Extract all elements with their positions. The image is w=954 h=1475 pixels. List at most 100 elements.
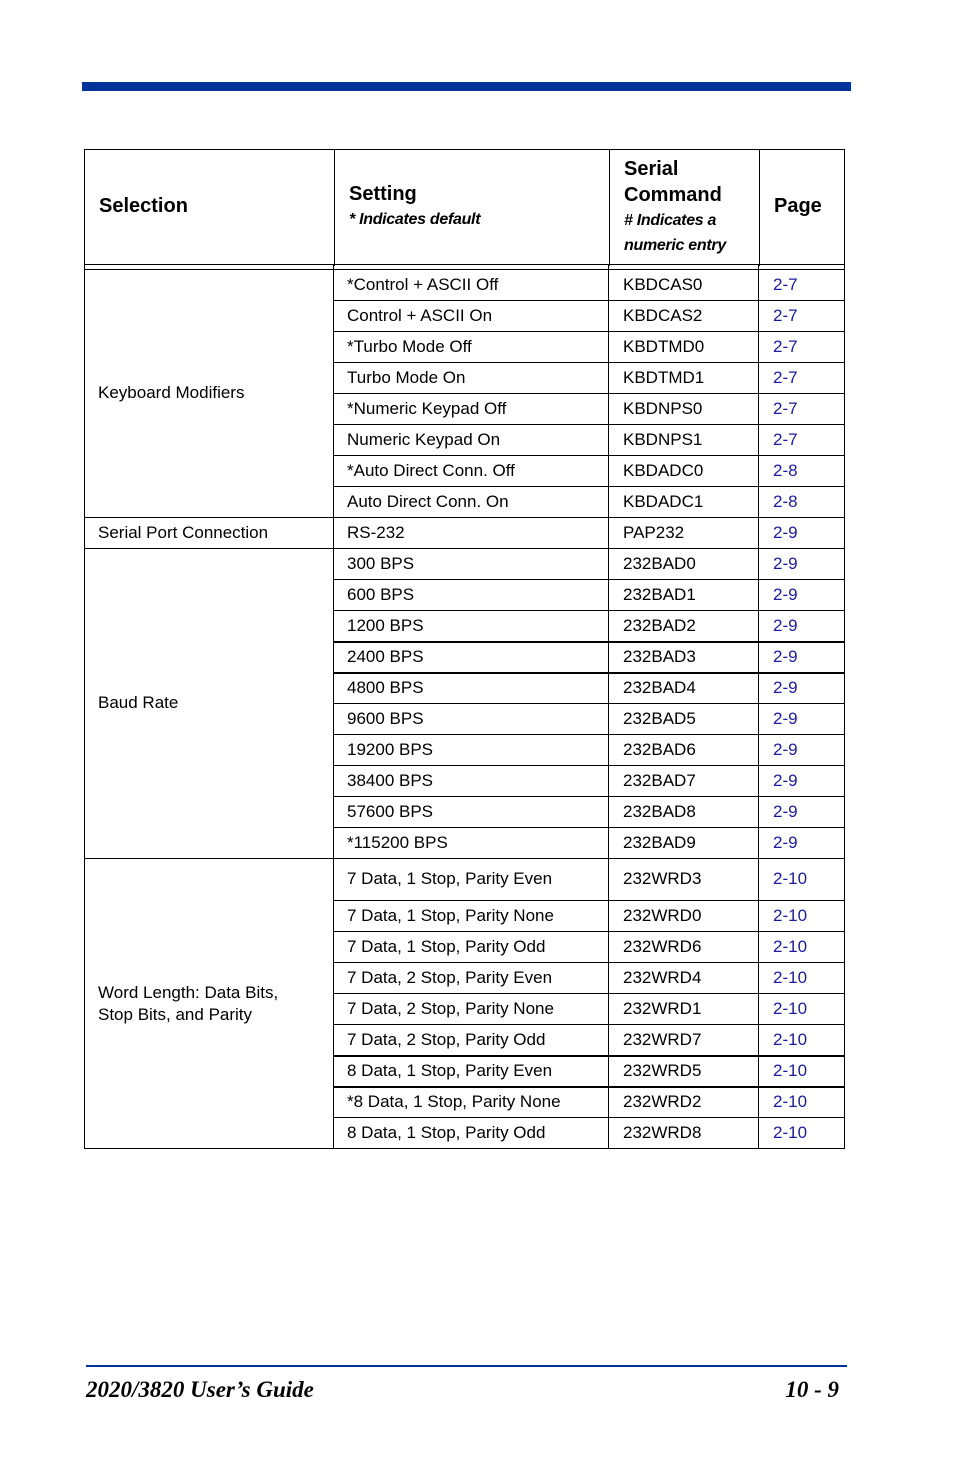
page-link[interactable]: 2-9 (773, 740, 798, 760)
selection-cell: Keyboard Modifiers (98, 383, 245, 402)
table-row: 7 Data, 1 Stop, Parity Odd 232WRD6 2-10 (84, 932, 845, 963)
footer-rule (86, 1365, 847, 1367)
page-link[interactable]: 2-10 (773, 1061, 807, 1081)
column-divider (759, 150, 760, 266)
page-link[interactable]: 2-7 (773, 399, 798, 419)
selection-cell: Baud Rate (98, 693, 179, 712)
command-cell: 232WRD4 (623, 968, 702, 987)
setting-cell: 8 Data, 1 Stop, Parity Even (347, 1061, 553, 1080)
setting-cell: 57600 BPS (347, 802, 434, 821)
command-cell: 232BAD6 (623, 740, 696, 759)
command-cell: 232BAD9 (623, 833, 696, 852)
header-divider (84, 264, 845, 265)
command-cell: KBDNPS1 (623, 430, 703, 449)
selection-line: Stop Bits, and Parity (98, 1005, 253, 1024)
setting-cell: 19200 BPS (347, 740, 434, 759)
command-cell: 232BAD0 (623, 554, 696, 573)
page-link[interactable]: 2-10 (773, 937, 807, 957)
page-link[interactable]: 2-9 (773, 678, 798, 698)
header-serial-command-line1: Serial (624, 158, 679, 180)
page-link[interactable]: 2-8 (773, 461, 798, 481)
footer-page-number: 10 - 9 (785, 1377, 839, 1402)
command-cell: KBDCAS0 (623, 275, 703, 294)
selection-cell: Word Length: Data Bits, Stop Bits, and Pa… (98, 982, 278, 1026)
command-cell: 232BAD8 (623, 802, 696, 821)
table-row: 2400 BPS 232BAD3 2-9 (84, 642, 845, 673)
setting-cell: RS-232 (347, 523, 405, 542)
command-cell: 232BAD1 (623, 585, 696, 604)
table-row: 8 Data, 1 Stop, Parity Odd 232WRD8 2-10 (84, 1118, 845, 1149)
page-link[interactable]: 2-10 (773, 1030, 807, 1050)
setting-cell: Control + ASCII On (347, 306, 493, 325)
header-serial-note-line1: # Indicates a (624, 212, 717, 229)
command-cell: 232WRD0 (623, 906, 702, 925)
table-row: 38400 BPS 232BAD7 2-9 (84, 766, 845, 797)
setting-cell: Auto Direct Conn. On (347, 492, 509, 511)
header-serial-note-line2: numeric entry (624, 237, 726, 254)
setting-cell: Turbo Mode On (347, 368, 466, 387)
setting-cell: 7 Data, 1 Stop, Parity Odd (347, 937, 546, 956)
setting-cell: 9600 BPS (347, 709, 424, 728)
command-cell: KBDADC0 (623, 461, 704, 480)
table-row: 7 Data, 2 Stop, Parity Odd 232WRD7 2-10 (84, 1025, 845, 1056)
table-row: 7 Data, 1 Stop, Parity None 232WRD0 2-10 (84, 901, 845, 932)
page-link[interactable]: 2-9 (773, 771, 798, 791)
setting-cell: 4800 BPS (347, 678, 424, 697)
setting-cell: *115200 BPS (347, 833, 448, 852)
setting-cell: 7 Data, 2 Stop, Parity None (347, 999, 554, 1018)
setting-cell: 1200 BPS (347, 616, 424, 635)
page-link[interactable]: 2-7 (773, 306, 798, 326)
page-link[interactable]: 2-7 (773, 275, 798, 295)
table-row: 8 Data, 1 Stop, Parity Even 232WRD5 2-10 (84, 1056, 845, 1087)
header-selection: Selection (99, 195, 188, 217)
footer-title: 2020/3820 User’s Guide (86, 1377, 314, 1402)
page-link[interactable]: 2-9 (773, 647, 798, 667)
table-row: *Control + ASCII Off KBDCAS0 2-7 (84, 270, 845, 301)
header-rule (82, 82, 851, 91)
command-cell: 232WRD1 (623, 999, 702, 1018)
command-cell: KBDCAS2 (623, 306, 703, 325)
setting-cell: 7 Data, 1 Stop, Parity Even (347, 869, 553, 888)
header-setting: Setting (349, 183, 417, 205)
table-row: *8 Data, 1 Stop, Parity None 232WRD2 2-10 (84, 1087, 845, 1118)
page-link[interactable]: 2-9 (773, 523, 798, 543)
page-link[interactable]: 2-9 (773, 709, 798, 729)
table-header: Selection Setting * Indicates default Se… (84, 149, 845, 266)
page-link[interactable]: 2-7 (773, 337, 798, 357)
setting-cell: *8 Data, 1 Stop, Parity None (347, 1092, 561, 1111)
page-link[interactable]: 2-10 (773, 906, 807, 926)
table-row: 4800 BPS 232BAD4 2-9 (84, 673, 845, 704)
command-cell: 232BAD7 (623, 771, 696, 790)
page-link[interactable]: 2-9 (773, 833, 798, 853)
page-link[interactable]: 2-9 (773, 802, 798, 822)
command-cell: 232BAD5 (623, 709, 696, 728)
column-divider (334, 150, 335, 266)
command-cell: PAP232 (623, 523, 685, 542)
setting-cell: 38400 BPS (347, 771, 434, 790)
column-divider (609, 150, 610, 266)
setting-cell: 300 BPS (347, 554, 415, 573)
column-divider (844, 264, 845, 1149)
page-link[interactable]: 2-8 (773, 492, 798, 512)
table-row: 19200 BPS 232BAD6 2-9 (84, 735, 845, 766)
page-link[interactable]: 2-10 (773, 869, 807, 889)
page-link[interactable]: 2-7 (773, 368, 798, 388)
page-link[interactable]: 2-10 (773, 1092, 807, 1112)
page-link[interactable]: 2-10 (773, 968, 807, 988)
table-row: 600 BPS 232BAD1 2-9 (84, 580, 845, 611)
page-link[interactable]: 2-7 (773, 430, 798, 450)
page-link[interactable]: 2-9 (773, 585, 798, 605)
command-cell: KBDNPS0 (623, 399, 703, 418)
table-row: *Auto Direct Conn. Off KBDADC0 2-8 (84, 456, 845, 487)
command-cell: 232WRD5 (623, 1061, 702, 1080)
page-link[interactable]: 2-10 (773, 1123, 807, 1143)
selection-cell: Serial Port Connection (98, 523, 269, 542)
page-link[interactable]: 2-10 (773, 999, 807, 1019)
table-row: Control + ASCII On KBDCAS2 2-7 (84, 301, 845, 332)
table-row: 7 Data, 1 Stop, Parity Even 232WRD3 2-10 (84, 859, 845, 901)
page-link[interactable]: 2-9 (773, 616, 798, 636)
page-link[interactable]: 2-9 (773, 554, 798, 574)
table-row: *115200 BPS 232BAD9 2-9 (84, 828, 845, 859)
column-divider (84, 264, 85, 1149)
header-page: Page (774, 195, 822, 217)
